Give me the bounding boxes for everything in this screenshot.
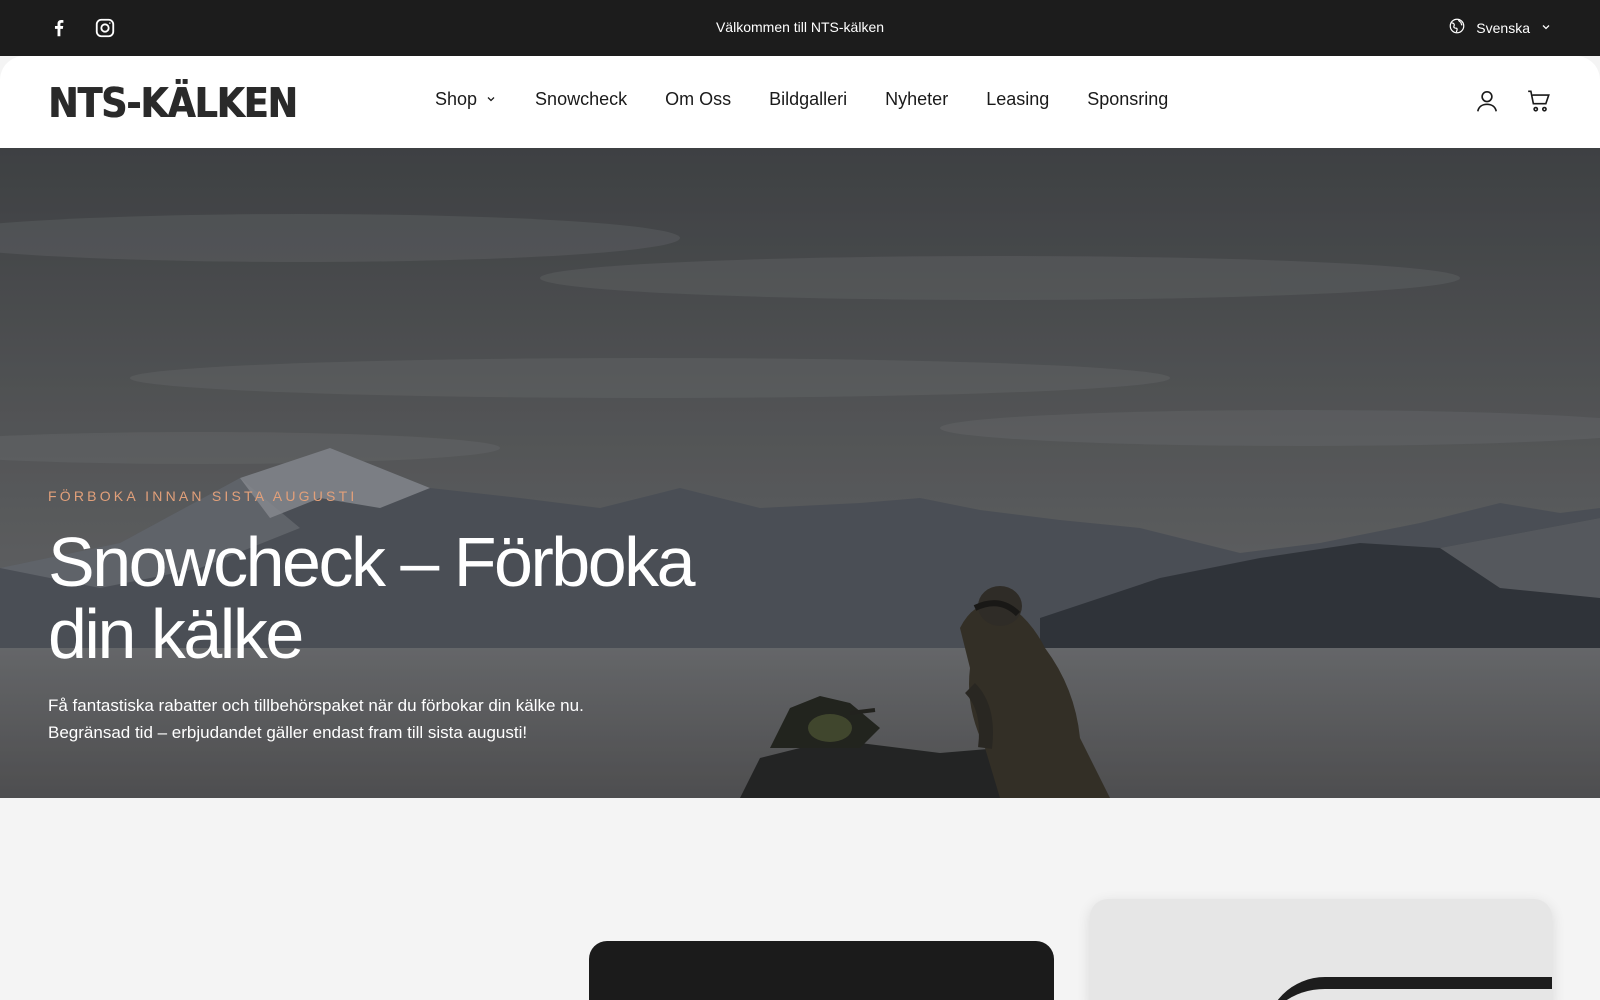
nav-item-label: Om Oss <box>665 89 732 109</box>
hero-description-line: Begränsad tid – erbjudandet gäller endas… <box>48 723 528 742</box>
announcement-bar: Välkommen till NTS-kälken Svenska <box>0 0 1600 56</box>
site-header: NTS-KÄLKEN Shop Snowcheck Om Oss Bildgal… <box>0 56 1600 148</box>
featured-section <box>0 798 1600 1000</box>
hero-content: FÖRBOKA INNAN SISTA AUGUSTI Snowcheck – … <box>48 488 808 746</box>
hero-title: Snowcheck – Förboka din kälke <box>48 523 696 673</box>
nav-item-sponsring[interactable]: Sponsring <box>1087 89 1168 110</box>
header-actions <box>1474 88 1552 114</box>
language-selector[interactable]: Svenska <box>1448 17 1552 38</box>
nav-item-snowcheck[interactable]: Snowcheck <box>535 89 627 110</box>
nav-item-label: Snowcheck <box>535 89 628 109</box>
nav-item-nyheter[interactable]: Nyheter <box>885 89 948 110</box>
nav-item-label: Sponsring <box>1087 89 1169 109</box>
nav-item-label: Leasing <box>986 89 1050 109</box>
product-image <box>1265 977 1552 1000</box>
hero-eyebrow: FÖRBOKA INNAN SISTA AUGUSTI <box>48 488 358 504</box>
hero-description: Få fantastiska rabatter och tillbehörspa… <box>48 692 648 746</box>
main-nav: Shop Snowcheck Om Oss Bildgalleri Nyhete… <box>435 89 1206 110</box>
nav-item-shop[interactable]: Shop <box>435 89 497 110</box>
language-label: Svenska <box>1476 19 1530 36</box>
chevron-down-icon <box>1540 20 1552 36</box>
announcement-message: Välkommen till NTS-kälken <box>715 19 885 35</box>
hero-description-line: Få fantastiska rabatter och tillbehörspa… <box>48 696 584 715</box>
nav-item-leasing[interactable]: Leasing <box>986 89 1049 110</box>
globe-icon <box>1448 17 1466 38</box>
logo[interactable]: NTS-KÄLKEN <box>48 80 298 126</box>
nav-item-label: Nyheter <box>885 89 949 109</box>
logo-text: NTS-KÄLKEN <box>48 79 298 127</box>
featured-card-dark[interactable] <box>589 941 1054 1000</box>
nav-item-bildgalleri[interactable]: Bildgalleri <box>769 89 847 110</box>
cart-icon[interactable] <box>1526 88 1552 114</box>
nav-item-label: Shop <box>435 89 478 109</box>
nav-item-om-oss[interactable]: Om Oss <box>665 89 731 110</box>
hero-banner: FÖRBOKA INNAN SISTA AUGUSTI Snowcheck – … <box>0 148 1600 798</box>
chevron-down-icon <box>485 89 497 110</box>
account-icon[interactable] <box>1474 88 1500 114</box>
nav-item-label: Bildgalleri <box>769 89 848 109</box>
featured-card-light[interactable] <box>1090 899 1552 1000</box>
